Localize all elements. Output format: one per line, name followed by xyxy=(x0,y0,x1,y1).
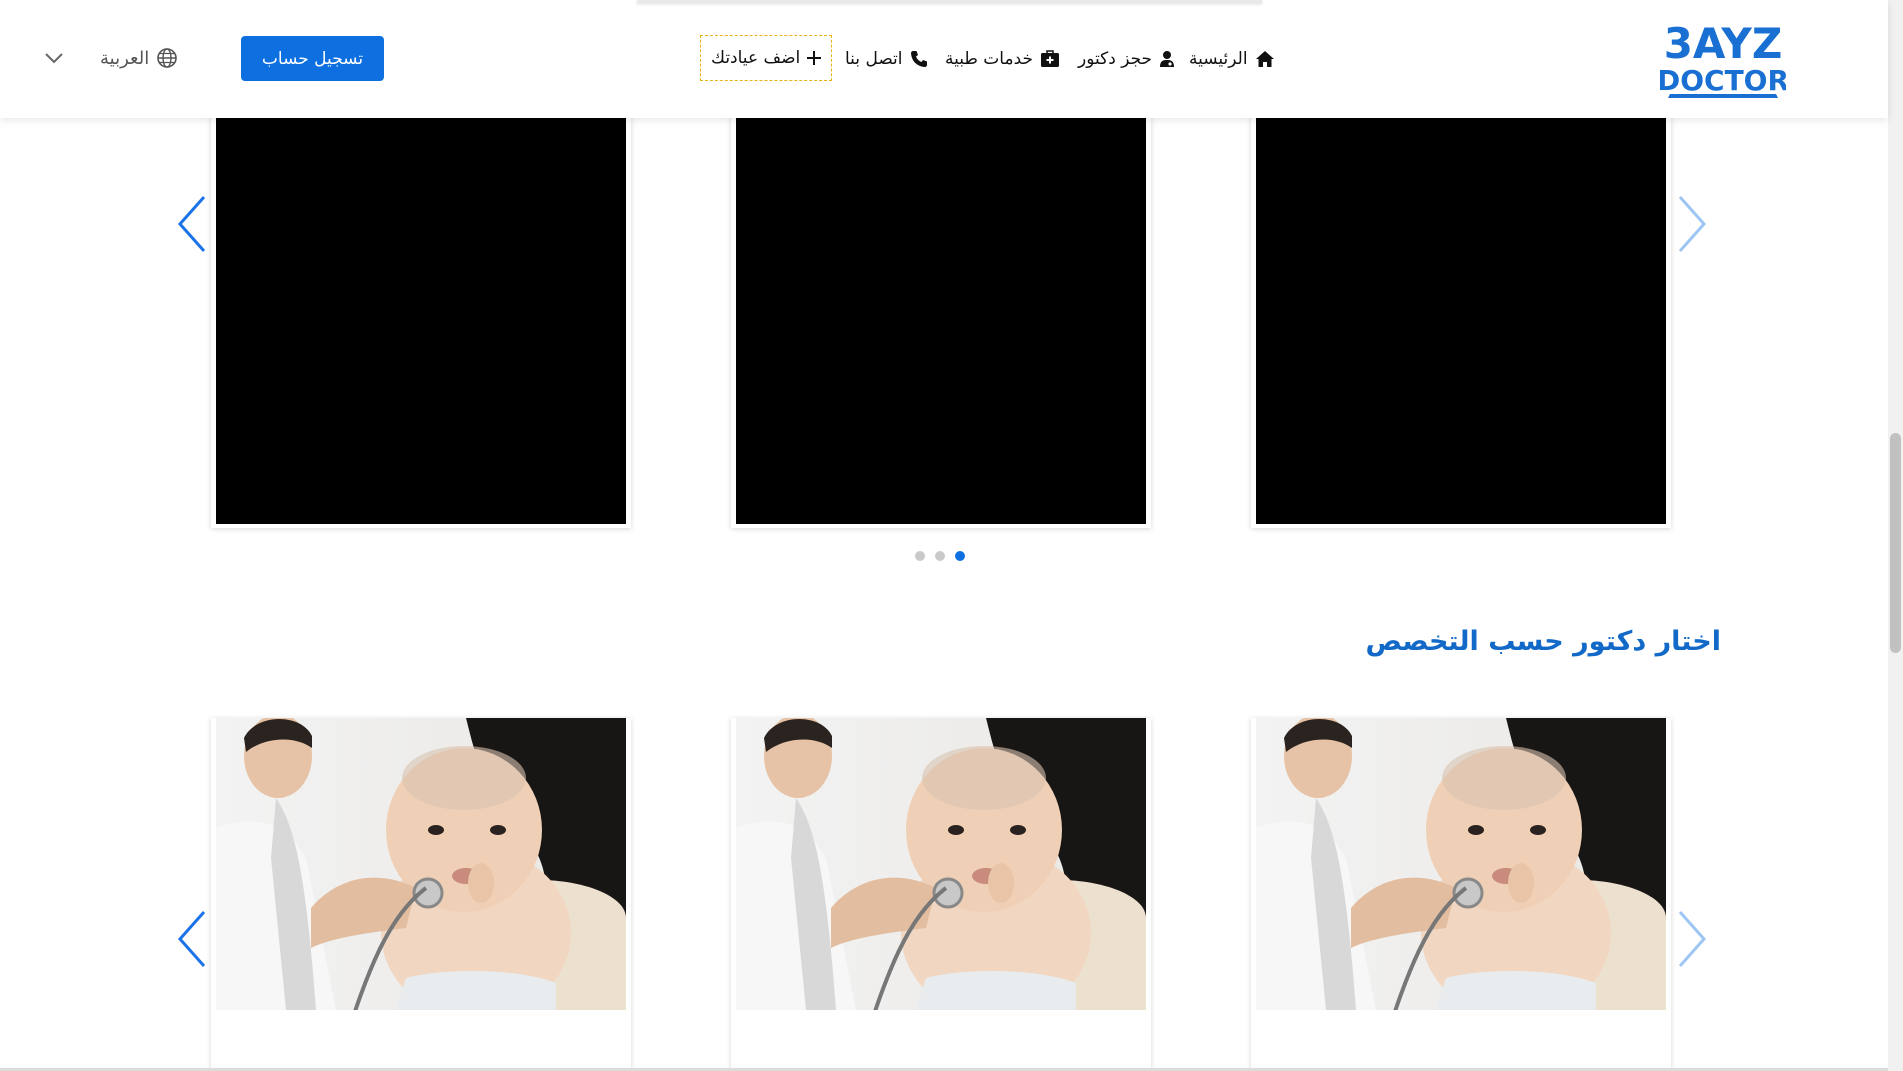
carousel-pagination xyxy=(913,549,973,563)
nav-add-clinic[interactable]: اضف عيادتك xyxy=(700,35,833,81)
header-top-shadow xyxy=(637,0,1262,3)
video-thumbnail[interactable] xyxy=(1256,118,1666,524)
specialty-next-arrow-icon[interactable] xyxy=(1674,908,1710,970)
nav-contact-label: اتصل بنا xyxy=(845,49,903,69)
video-card[interactable] xyxy=(731,90,1151,528)
page-scrollbar[interactable] xyxy=(1888,0,1903,1071)
specialty-prev-arrow-icon[interactable] xyxy=(174,908,210,970)
pagination-dot[interactable] xyxy=(915,551,925,561)
language-label: العربية xyxy=(100,47,150,69)
scrollbar-thumb[interactable] xyxy=(1890,433,1901,653)
nav-contact[interactable]: اتصل بنا xyxy=(845,35,928,83)
logo-text-bottom: DOCTOR xyxy=(1660,64,1786,97)
video-card[interactable] xyxy=(1251,90,1671,528)
specialty-card-image[interactable] xyxy=(736,718,1146,1010)
specialty-card-image[interactable] xyxy=(1256,718,1666,1010)
pagination-dot-active[interactable] xyxy=(955,551,965,561)
specialty-card[interactable] xyxy=(211,718,631,1071)
nav-home-label: الرئيسية xyxy=(1189,49,1248,69)
carousel-next-arrow-icon[interactable] xyxy=(1674,193,1710,255)
specialty-section-title: اختار دكتور حسب التخصص xyxy=(1365,626,1722,657)
video-card[interactable] xyxy=(211,90,631,528)
pagination-dot[interactable] xyxy=(935,551,945,561)
site-logo[interactable]: 3AYZ DOCTOR xyxy=(1660,18,1786,100)
nav-home[interactable]: الرئيسية xyxy=(1189,35,1275,83)
doctor-icon xyxy=(1159,50,1175,68)
home-icon xyxy=(1255,50,1275,68)
video-thumbnail[interactable] xyxy=(736,118,1146,524)
logo-text-top: 3AYZ xyxy=(1664,19,1783,68)
language-selector[interactable]: العربية xyxy=(100,44,178,72)
specialty-card[interactable] xyxy=(731,718,1151,1071)
nav-book-doctor-label: حجز دكتور xyxy=(1078,49,1153,69)
site-header: 3AYZ DOCTOR الرئيسية حجز دكتور خدمات طبي… xyxy=(0,0,1888,118)
plus-icon xyxy=(807,51,822,65)
chevron-down-icon[interactable] xyxy=(42,48,66,68)
nav-book-doctor[interactable]: حجز دكتور xyxy=(1078,35,1175,83)
globe-icon xyxy=(157,48,178,68)
medical-kit-icon xyxy=(1040,50,1060,68)
nav-add-clinic-label: اضف عيادتك xyxy=(711,48,801,68)
carousel-prev-arrow-icon[interactable] xyxy=(174,193,210,255)
video-thumbnail[interactable] xyxy=(216,118,626,524)
nav-medical-services-label: خدمات طبية xyxy=(945,49,1034,69)
register-button[interactable]: تسجيل حساب xyxy=(241,36,384,81)
specialty-card[interactable] xyxy=(1251,718,1671,1071)
specialty-card-image[interactable] xyxy=(216,718,626,1010)
nav-medical-services[interactable]: خدمات طبية xyxy=(945,35,1060,83)
phone-icon xyxy=(910,50,928,68)
